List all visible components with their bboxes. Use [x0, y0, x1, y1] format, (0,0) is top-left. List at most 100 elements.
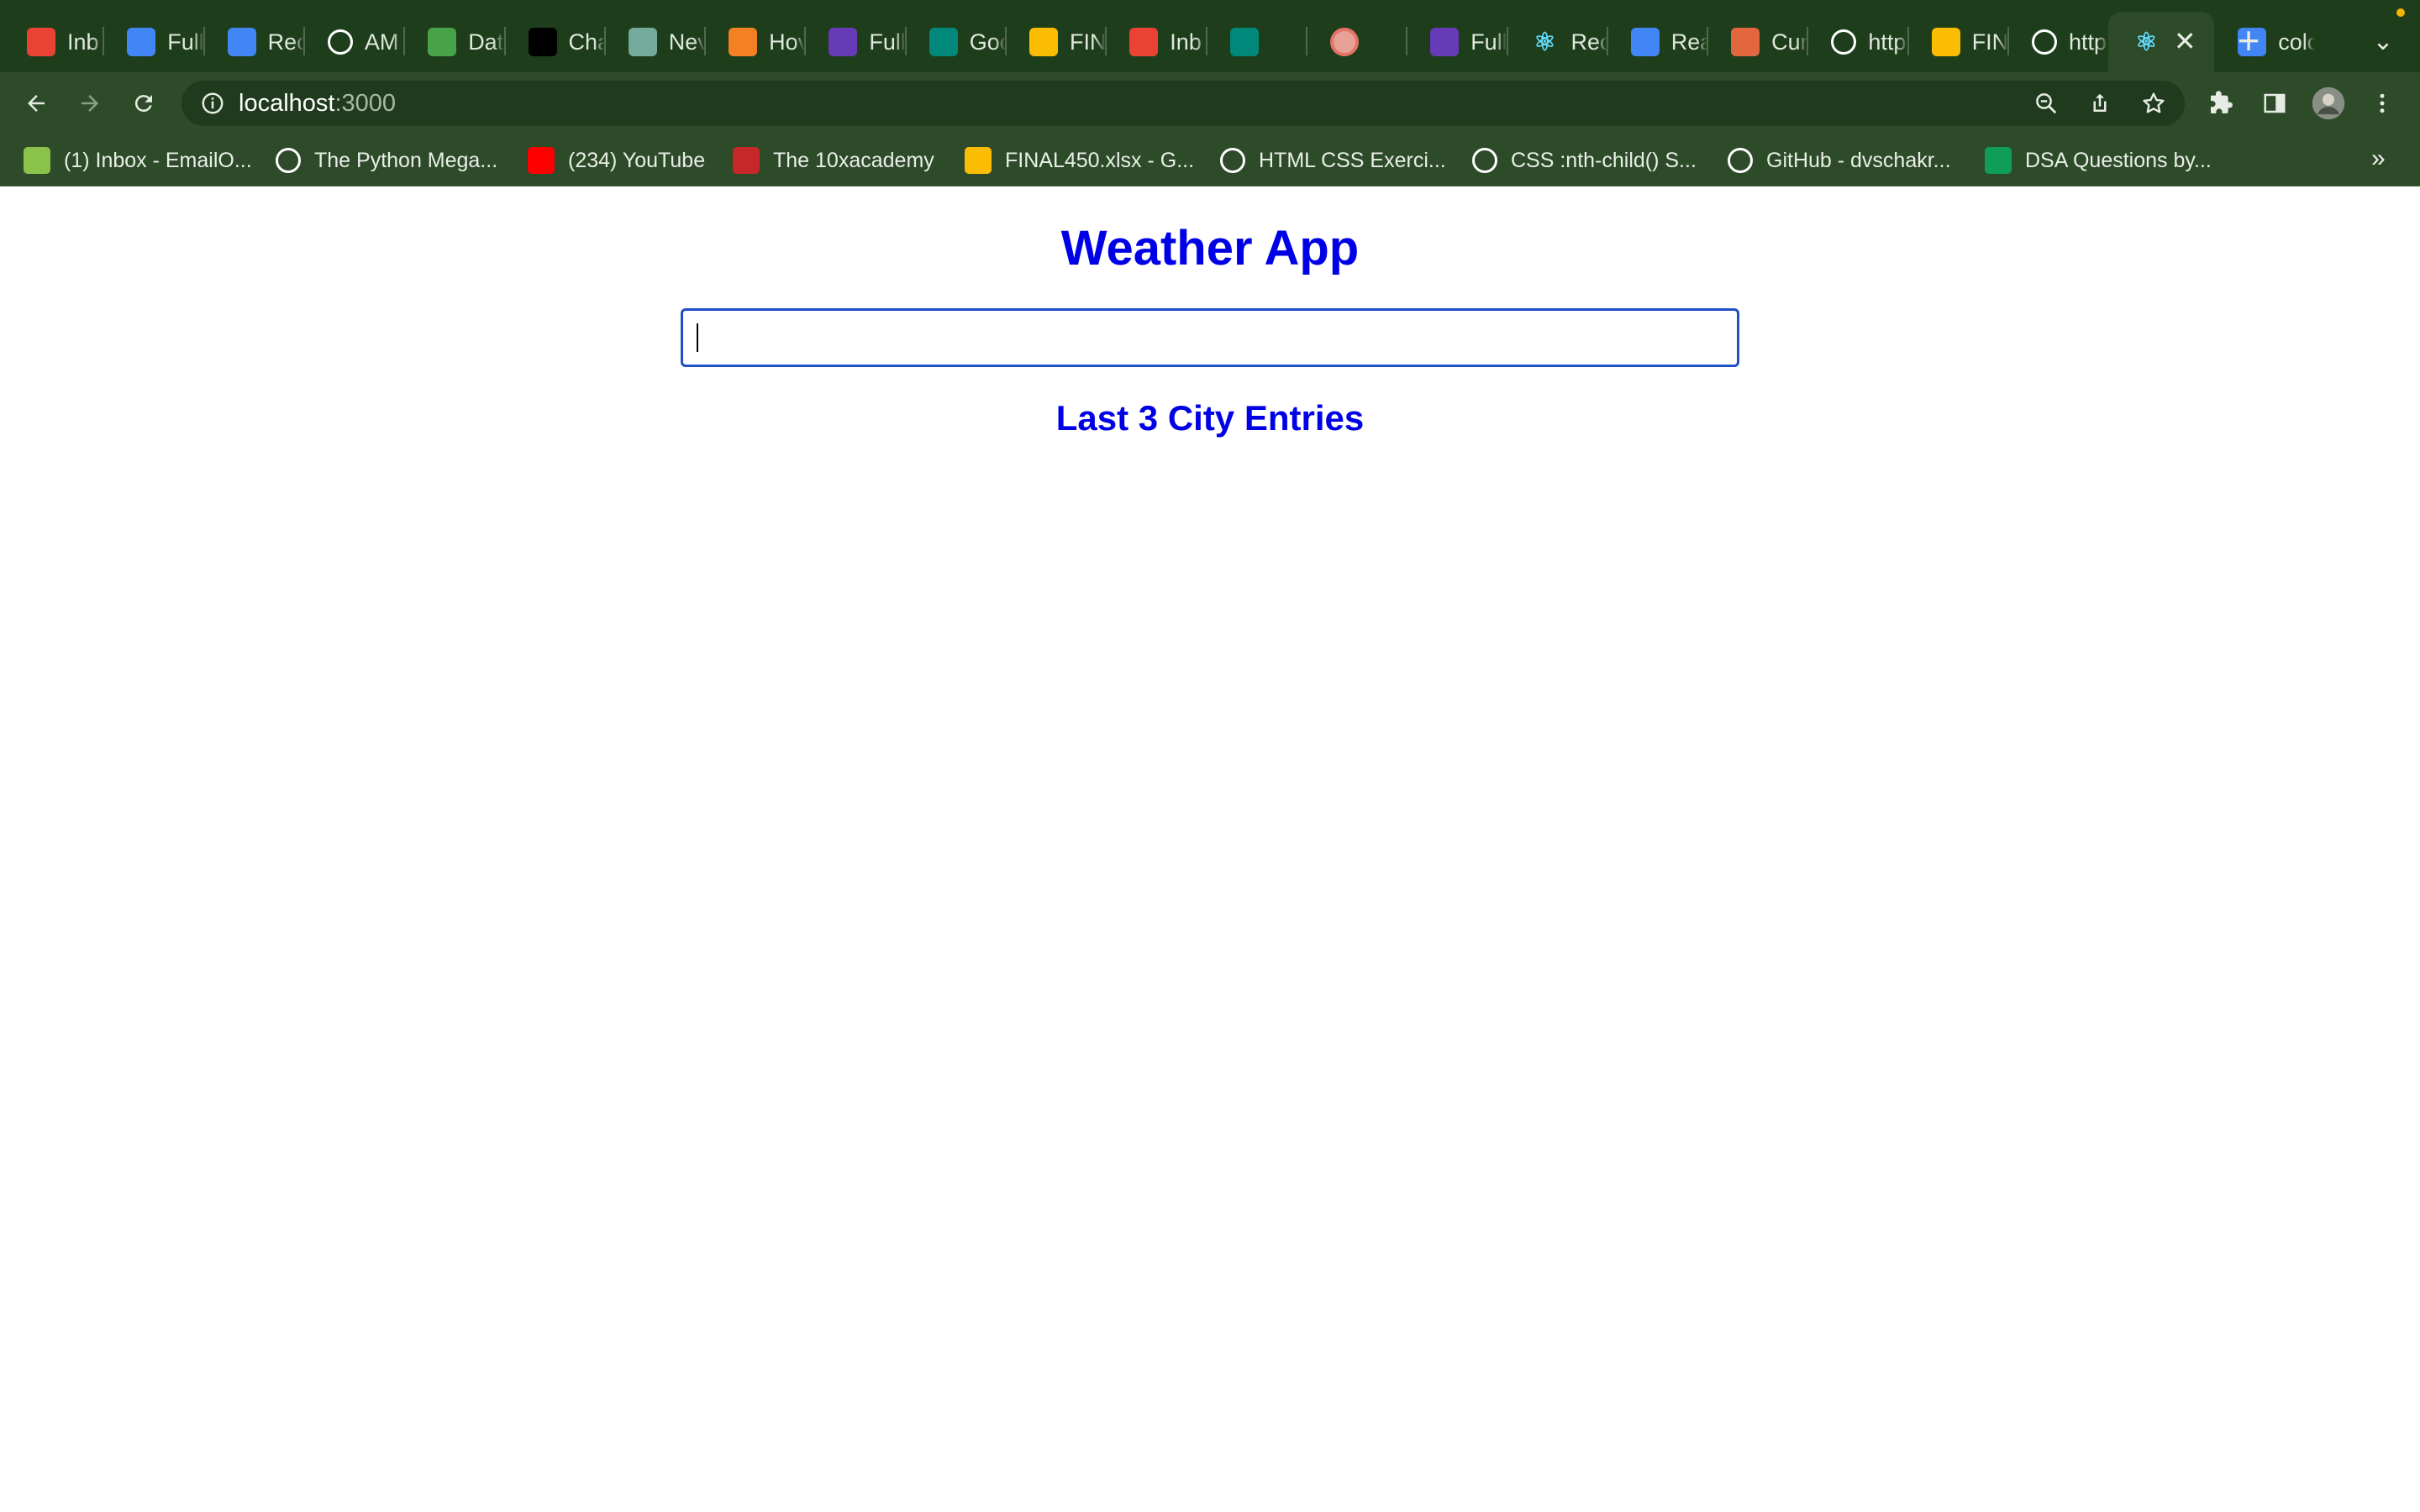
- back-button[interactable]: [15, 82, 57, 124]
- google-drive-icon: [1029, 28, 1058, 56]
- browser-tab[interactable]: Goo: [906, 12, 1006, 72]
- tab-search-chevron-icon[interactable]: ⌄: [2368, 24, 2398, 60]
- openai-icon: [628, 28, 657, 56]
- url-port: :3000: [334, 90, 397, 117]
- zoom-icon[interactable]: [2032, 89, 2060, 118]
- udemy-icon: [276, 148, 301, 173]
- notification-dot: [2396, 8, 2405, 17]
- bookmark-item[interactable]: The Python Mega...: [276, 143, 497, 178]
- bookmark-item[interactable]: GitHub - dvschakr...: [1728, 143, 1951, 178]
- bookmark-label: FINAL450.xlsx - G...: [1005, 148, 1195, 172]
- tab-title: FIN: [1971, 29, 2008, 55]
- tab-title: Inb: [1170, 29, 1202, 55]
- browser-tab[interactable]: ⚛ ✕: [2108, 12, 2215, 72]
- tab-title: colo: [2278, 29, 2315, 55]
- browser-tab[interactable]: Full: [1407, 12, 1507, 72]
- tab-title: Hov: [769, 29, 806, 55]
- browser-tab[interactable]: Nev: [605, 12, 705, 72]
- react-icon: ⚛: [1534, 28, 1556, 56]
- browser-tab[interactable]: Cha: [505, 12, 605, 72]
- tab-strip: Inb Full Rec AM Dat Cha Nev Hov Full Goo FIN Inb Ful…: [0, 0, 2420, 72]
- city-search-input[interactable]: [681, 308, 1739, 367]
- bookmark-label: (1) Inbox - EmailO...: [64, 148, 252, 172]
- browser-tab[interactable]: Hov: [705, 12, 805, 72]
- bookmark-label: The 10xacademy: [773, 148, 934, 172]
- reload-button[interactable]: [123, 82, 165, 124]
- tab-title: FIN: [1070, 29, 1107, 55]
- browser-tab[interactable]: [1307, 12, 1407, 72]
- share-icon[interactable]: [2086, 89, 2114, 118]
- browser-tab[interactable]: http: [1807, 12, 1907, 72]
- tab-title: Full: [167, 29, 204, 55]
- browser-tab[interactable]: Inb: [3, 12, 103, 72]
- bookmark-item[interactable]: HTML CSS Exerci...: [1220, 143, 1446, 178]
- globe-icon: [1831, 29, 1857, 55]
- bookmark-label: (234) YouTube: [568, 148, 706, 172]
- browser-tab[interactable]: Inb: [1106, 12, 1206, 72]
- browser-tab[interactable]: Full: [805, 12, 906, 72]
- tab-title: Cha: [568, 29, 605, 55]
- browser-tab[interactable]: FIN: [1908, 12, 2008, 72]
- gmail-icon: [1129, 28, 1159, 56]
- browser-tab[interactable]: Dat: [404, 12, 504, 72]
- tab-title: Goo: [969, 29, 1006, 55]
- chatgpt-icon: [528, 28, 557, 56]
- menu-kebab-icon[interactable]: [2361, 82, 2403, 124]
- google-drive-icon: [965, 147, 992, 174]
- bookmarks-overflow-button[interactable]: »: [2371, 144, 2386, 173]
- bookmark-label: GitHub - dvschakr...: [1766, 148, 1951, 172]
- globe-icon: [1472, 148, 1497, 173]
- tab-title: Dat: [468, 29, 504, 55]
- bookmark-label: CSS :nth-child() S...: [1511, 148, 1697, 172]
- page-title: Weather App: [1060, 221, 1360, 276]
- browser-tab[interactable]: ⚛ Rec: [1507, 12, 1607, 72]
- gmail-icon: [27, 28, 55, 56]
- address-url: localhost:3000: [239, 89, 396, 118]
- profile-avatar[interactable]: [2307, 82, 2349, 124]
- tab-title: Full: [1470, 29, 1507, 55]
- browser-tab[interactable]: FIN: [1006, 12, 1106, 72]
- emailoctopus-icon: [24, 147, 50, 174]
- browser-tab[interactable]: Cur: [1707, 12, 1807, 72]
- tab-title: Rea: [1670, 29, 1708, 55]
- google-meet-icon: [929, 28, 958, 56]
- tab-title: AM: [364, 29, 399, 55]
- google-forms-icon: [829, 28, 858, 56]
- tab-title: Inb: [67, 29, 99, 55]
- tab-title: http: [1868, 29, 1907, 55]
- bookmark-item[interactable]: DSA Questions by...: [1985, 143, 2212, 178]
- browser-tab[interactable]: http: [2008, 12, 2108, 72]
- stackoverflow-icon: [729, 28, 758, 56]
- close-tab-icon[interactable]: ✕: [2170, 27, 2199, 55]
- side-panel-icon[interactable]: [2254, 82, 2296, 124]
- bookmark-star-icon[interactable]: [2139, 89, 2168, 118]
- google-sheets-icon: [1985, 147, 2012, 174]
- tab-title: Rec: [1570, 29, 1607, 55]
- tab-title: http: [2069, 29, 2107, 55]
- bookmark-item[interactable]: (1) Inbox - EmailO...: [24, 143, 252, 178]
- browser-tab[interactable]: AM: [304, 12, 404, 72]
- recent-cities-heading: Last 3 City Entries: [1055, 398, 1365, 438]
- browser-tab[interactable]: [1207, 12, 1307, 72]
- bookmark-label: DSA Questions by...: [2025, 148, 2212, 172]
- site-info-icon[interactable]: [200, 91, 225, 116]
- google-docs-icon: [1630, 28, 1660, 56]
- mongodb-icon: [428, 28, 457, 56]
- bookmark-item[interactable]: (234) YouTube: [528, 143, 705, 178]
- google-meet-icon: [1229, 28, 1259, 56]
- browser-tab[interactable]: Full: [103, 12, 204, 72]
- google-docs-icon: [127, 28, 156, 56]
- browser-tab[interactable]: Rec: [204, 12, 304, 72]
- helmet-icon: [1731, 28, 1760, 56]
- bookmark-label: The Python Mega...: [314, 148, 498, 172]
- bookmark-item[interactable]: The 10xacademy: [733, 143, 934, 178]
- browser-toolbar: localhost:3000: [0, 72, 2420, 134]
- browser-tab[interactable]: Rea: [1607, 12, 1707, 72]
- extensions-icon[interactable]: [2200, 82, 2242, 124]
- bookmark-item[interactable]: FINAL450.xlsx - G...: [965, 143, 1194, 178]
- forward-button[interactable]: [69, 82, 111, 124]
- bookmark-item[interactable]: CSS :nth-child() S...: [1472, 143, 1697, 178]
- github-icon: [327, 29, 353, 55]
- address-bar[interactable]: localhost:3000: [182, 81, 2185, 126]
- new-tab-button[interactable]: +: [2230, 21, 2267, 60]
